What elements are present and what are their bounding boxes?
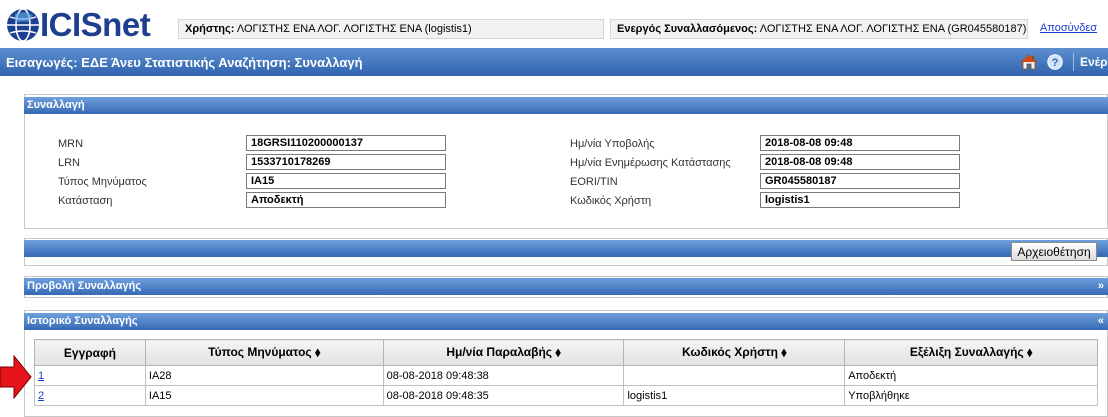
column-header-record: Εγγραφή (34, 339, 146, 366)
column-header-receipt-date[interactable]: Ημ/νία Παραλαβής ⬧ (382, 339, 625, 366)
active-trader-box: Ενεργός Συναλλασόμενος: ΛΟΓΙΣΤΗΣ ΕΝΑ ΛΟΓ… (610, 19, 1028, 39)
progress-cell: Υποβλήθηκε (844, 385, 1098, 406)
red-arrow-icon (0, 355, 32, 399)
submission-date-field: 2018-08-08 09:48 (760, 135, 960, 151)
record-cell: 2 (34, 385, 146, 406)
message-type-label: Τύπος Μηνύματος (58, 176, 147, 188)
view-transaction-panel-header[interactable]: Προβολή Συναλλαγής » (24, 278, 1108, 295)
history-table: Εγγραφή Τύπος Μηνύματος ⬧ Ημ/νία Παραλαβ… (34, 339, 1098, 406)
message-type-cell: IA28 (144, 365, 384, 386)
collapse-icon[interactable]: « (1098, 315, 1104, 327)
record-cell: 1 (34, 365, 146, 386)
message-type-field: IA15 (246, 173, 446, 189)
icisnet-logo: ICISnet (6, 6, 151, 43)
status-label: Κατάσταση (58, 195, 113, 207)
expand-icon[interactable]: » (1098, 280, 1104, 292)
eori-tin-field: GR045580187 (760, 173, 960, 189)
lrn-field: 1533710178269 (246, 154, 446, 170)
column-header-progress[interactable]: Εξέλιξη Συναλλαγής ⬧ (844, 339, 1098, 366)
mrn-field: 18GRSI110200000137 (246, 135, 446, 151)
svg-text:?: ? (1052, 57, 1059, 69)
user-code-cell (623, 365, 846, 386)
table-row: 2 IA15 08-08-2018 09:48:35 logistis1 Υπο… (34, 385, 1098, 406)
user-code-field: logistis1 (760, 192, 960, 208)
help-icon[interactable]: ? (1047, 54, 1063, 70)
user-code-label: Κωδικός Χρήστη (570, 195, 652, 207)
eori-tin-label: EORI/TIN (570, 176, 618, 188)
transaction-panel-header: Συναλλαγή (24, 97, 1108, 114)
title-separator (1073, 53, 1074, 71)
user-label: Χρήστης: (185, 23, 235, 35)
status-update-date-label: Ημ/νία Ενημέρωσης Κατάστασης (570, 157, 731, 169)
record-link[interactable]: 2 (38, 390, 44, 402)
logout-link[interactable]: Αποσύνδεσ (1040, 22, 1097, 34)
user-code-cell: logistis1 (623, 385, 846, 406)
table-header-row: Εγγραφή Τύπος Μηνύματος ⬧ Ημ/νία Παραλαβ… (34, 339, 1098, 366)
history-panel-header[interactable]: Ιστορικό Συναλλαγής « (24, 313, 1108, 330)
home-icon[interactable] (1020, 54, 1038, 70)
transaction-panel-title: Συναλλαγή (27, 99, 85, 111)
record-link[interactable]: 1 (38, 370, 44, 382)
user-value: ΛΟΓΙΣΤΗΣ ΕΝΑ ΛΟΓ. ΛΟΓΙΣΤΗΣ ΕΝΑ (logistis… (236, 23, 472, 35)
message-type-cell: IA15 (144, 385, 384, 406)
history-panel-title: Ιστορικό Συναλλαγής (27, 315, 138, 327)
receipt-date-cell: 08-08-2018 09:48:38 (382, 365, 625, 386)
column-header-user-code[interactable]: Κωδικός Χρήστη ⬧ (623, 339, 846, 366)
page-title: Εισαγωγές: ΕΔΕ Άνευ Στατιστικής Αναζήτησ… (6, 55, 363, 70)
trader-value: ΛΟΓΙΣΤΗΣ ΕΝΑ ΛΟΓ. ΛΟΓΙΣΤΗΣ ΕΝΑ (GR045580… (759, 23, 1027, 35)
logo-text: ICISnet (40, 6, 151, 43)
progress-cell: Αποδεκτή (844, 365, 1098, 386)
table-row: 1 IA28 08-08-2018 09:48:38 Αποδεκτή (34, 365, 1098, 386)
trader-label: Ενεργός Συναλλασόμενος: (617, 23, 758, 35)
current-user-box: Χρήστης: ΛΟΓΙΣΤΗΣ ΕΝΑ ΛΟΓ. ΛΟΓΙΣΤΗΣ ΕΝΑ … (178, 19, 604, 39)
lrn-label: LRN (58, 157, 81, 169)
view-transaction-panel-title: Προβολή Συναλλαγής (27, 280, 142, 292)
globe-icon (7, 8, 39, 42)
submission-date-label: Ημ/νία Υποβολής (570, 138, 655, 150)
mrn-label: MRN (58, 138, 84, 150)
status-field: Αποδεκτή (246, 192, 446, 208)
actions-menu[interactable]: Ενέργειες (1080, 55, 1108, 69)
column-header-message-type[interactable]: Τύπος Μηνύματος ⬧ (144, 339, 384, 366)
top-bar: ICISnet Χρήστης: ΛΟΓΙΣΤΗΣ ΕΝΑ ΛΟΓ. ΛΟΓΙΣ… (0, 0, 1108, 48)
receipt-date-cell: 08-08-2018 09:48:35 (382, 385, 625, 406)
status-update-date-field: 2018-08-08 09:48 (760, 154, 960, 170)
action-strip-bar (24, 240, 1108, 257)
title-bar: Εισαγωγές: ΕΔΕ Άνευ Στατιστικής Αναζήτησ… (0, 48, 1108, 76)
archive-button[interactable]: Αρχειοθέτηση (1011, 242, 1097, 261)
